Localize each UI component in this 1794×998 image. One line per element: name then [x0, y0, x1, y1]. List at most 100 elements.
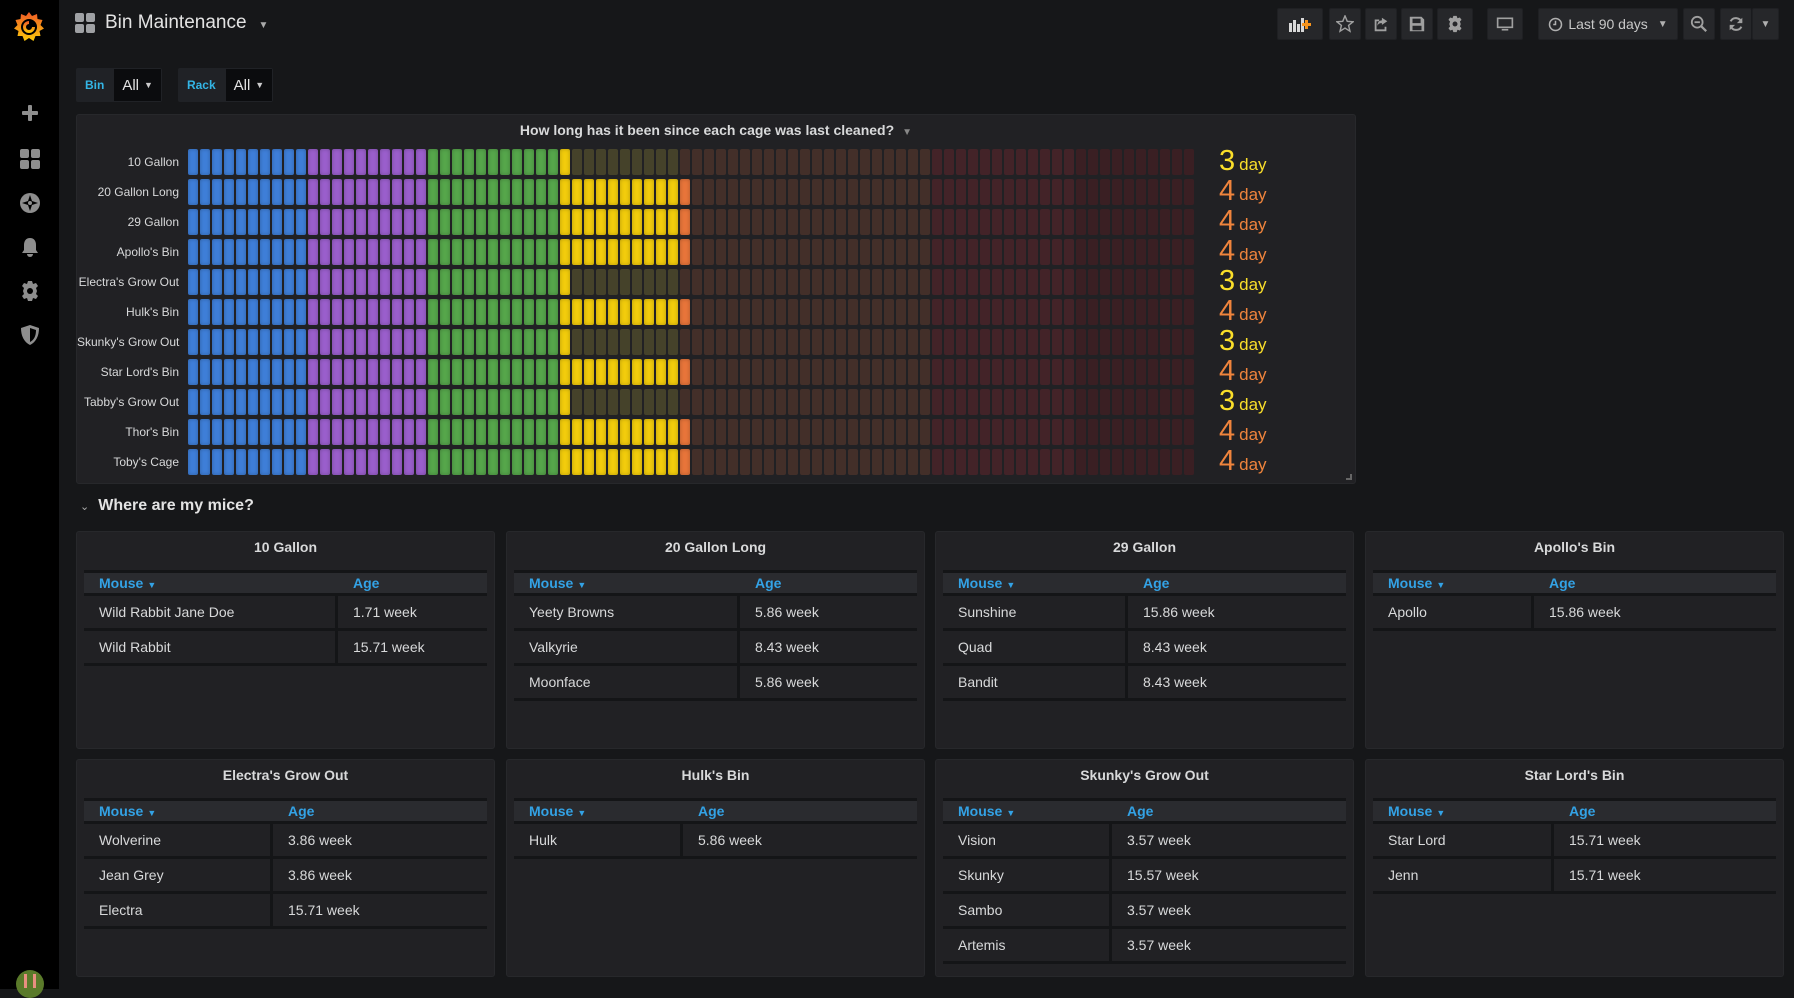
- column-header-age[interactable]: Age: [1554, 803, 1595, 819]
- settings-button[interactable]: [1437, 8, 1473, 40]
- gauge-segment: [716, 299, 726, 325]
- gauge-segment: [224, 389, 234, 415]
- gauge-segment: [968, 269, 978, 295]
- grafana-logo[interactable]: [12, 10, 46, 44]
- shield-icon[interactable]: [17, 322, 43, 348]
- column-header-mouse[interactable]: Mouse ▼: [84, 803, 273, 819]
- dashboard-grid-icon[interactable]: [17, 146, 43, 172]
- panel-title[interactable]: Hulk's Bin: [507, 760, 924, 798]
- gauge-segment: [1100, 179, 1110, 205]
- column-header-mouse[interactable]: Mouse ▼: [943, 803, 1112, 819]
- gauge-segment: [1052, 149, 1062, 175]
- column-header-mouse[interactable]: Mouse ▼: [514, 575, 740, 591]
- share-button[interactable]: [1365, 8, 1397, 40]
- gauge-segment: [236, 299, 246, 325]
- gauge-segment: [800, 149, 810, 175]
- gauge-segment: [1136, 149, 1146, 175]
- column-header-age[interactable]: Age: [740, 575, 781, 591]
- gauge-segment: [1076, 359, 1086, 385]
- column-header-age[interactable]: Age: [1112, 803, 1153, 819]
- gauge-segment: [932, 269, 942, 295]
- column-header-mouse[interactable]: Mouse ▼: [514, 803, 683, 819]
- gauge-segment: [344, 419, 354, 445]
- gauge-row-label: Thor's Bin: [125, 425, 179, 439]
- tv-mode-button[interactable]: [1487, 8, 1523, 40]
- column-header-mouse[interactable]: Mouse ▼: [84, 575, 338, 591]
- save-button[interactable]: [1401, 8, 1433, 40]
- gauge-segment: [896, 179, 906, 205]
- column-header-age[interactable]: Age: [1534, 575, 1575, 591]
- column-header-mouse[interactable]: Mouse ▼: [1373, 803, 1554, 819]
- panel-title[interactable]: 20 Gallon Long: [507, 532, 924, 570]
- gauge-row: 29 Gallon 4 day: [77, 205, 1267, 237]
- gauge-segment: [812, 329, 822, 355]
- gauge-segment: [1040, 419, 1050, 445]
- refresh-button[interactable]: [1720, 8, 1752, 40]
- gauge-segment: [1112, 269, 1122, 295]
- gauge-segment: [188, 209, 198, 235]
- gauge-segment: [272, 269, 282, 295]
- gauge-segment: [788, 359, 798, 385]
- star-button[interactable]: [1329, 8, 1361, 40]
- gauge-segment: [416, 329, 426, 355]
- gauge-segment: [776, 419, 786, 445]
- panel-title[interactable]: Apollo's Bin: [1366, 532, 1783, 570]
- gauge-segment: [224, 209, 234, 235]
- gauge-segment: [1052, 269, 1062, 295]
- cell-mouse: Moonface: [514, 666, 740, 698]
- gauge-segment: [260, 449, 270, 475]
- mice-table: Mouse ▼ Age Apollo 15.86 week: [1373, 570, 1776, 631]
- zoom-out-button[interactable]: [1683, 8, 1715, 40]
- gauge-segment: [188, 299, 198, 325]
- gauge-segment: [1100, 299, 1110, 325]
- gauge-segment: [692, 389, 702, 415]
- panel-title[interactable]: 10 Gallon: [77, 532, 494, 570]
- variable-rack-select[interactable]: All ▼: [224, 68, 274, 102]
- cell-age: 15.57 week: [1127, 867, 1199, 883]
- dashboard-title-picker[interactable]: Bin Maintenance ▼: [75, 12, 268, 34]
- column-header-age[interactable]: Age: [338, 575, 379, 591]
- column-header-age[interactable]: Age: [1128, 575, 1169, 591]
- gauge-segment: [212, 389, 222, 415]
- gauge-segment: [1064, 329, 1074, 355]
- gauge-segment: [896, 239, 906, 265]
- panel-title[interactable]: Skunky's Grow Out: [936, 760, 1353, 798]
- gauge-segment: [884, 239, 894, 265]
- gauge-segment: [812, 269, 822, 295]
- gauge-segment: [368, 389, 378, 415]
- column-header-mouse[interactable]: Mouse ▼: [1373, 575, 1534, 591]
- gauge-segment: [512, 389, 522, 415]
- gauge-segment: [1172, 149, 1182, 175]
- gauge-segment: [1052, 359, 1062, 385]
- bell-icon[interactable]: [17, 234, 43, 260]
- plus-icon[interactable]: [17, 100, 43, 126]
- refresh-interval-button[interactable]: ▼: [1752, 8, 1779, 40]
- gauge-segment: [500, 209, 510, 235]
- column-header-age[interactable]: Age: [273, 803, 314, 819]
- avatar[interactable]: [16, 970, 44, 998]
- gauge-segment: [464, 239, 474, 265]
- row-header-where-are-my-mice[interactable]: ⌄ Where are my mice?: [80, 497, 254, 515]
- compass-icon[interactable]: [17, 190, 43, 216]
- column-header-mouse[interactable]: Mouse ▼: [943, 575, 1128, 591]
- gauge-row: Electra's Grow Out 3 day: [77, 265, 1267, 297]
- gauge-value: 4 day: [1219, 205, 1267, 238]
- panel-title[interactable]: 29 Gallon: [936, 532, 1353, 570]
- column-header-age[interactable]: Age: [683, 803, 724, 819]
- resize-handle[interactable]: [1346, 474, 1352, 480]
- gauge-segment: [1076, 209, 1086, 235]
- gear-icon[interactable]: [17, 278, 43, 304]
- gauge-segment: [896, 449, 906, 475]
- panel-title[interactable]: How long has it been since each cage was…: [77, 115, 1355, 138]
- gauge-segment: [188, 359, 198, 385]
- variable-bin-select[interactable]: All ▼: [113, 68, 162, 102]
- time-range-picker[interactable]: Last 90 days ▼: [1538, 8, 1678, 40]
- gauge-segment: [632, 299, 642, 325]
- panel-title[interactable]: Star Lord's Bin: [1366, 760, 1783, 798]
- cell-age: 1.71 week: [353, 604, 417, 620]
- panel-title[interactable]: Electra's Grow Out: [77, 760, 494, 798]
- gauge-segment: [284, 149, 294, 175]
- add-panel-button[interactable]: [1277, 8, 1323, 40]
- gauge-segment: [896, 389, 906, 415]
- cell-mouse: Jenn: [1373, 859, 1554, 891]
